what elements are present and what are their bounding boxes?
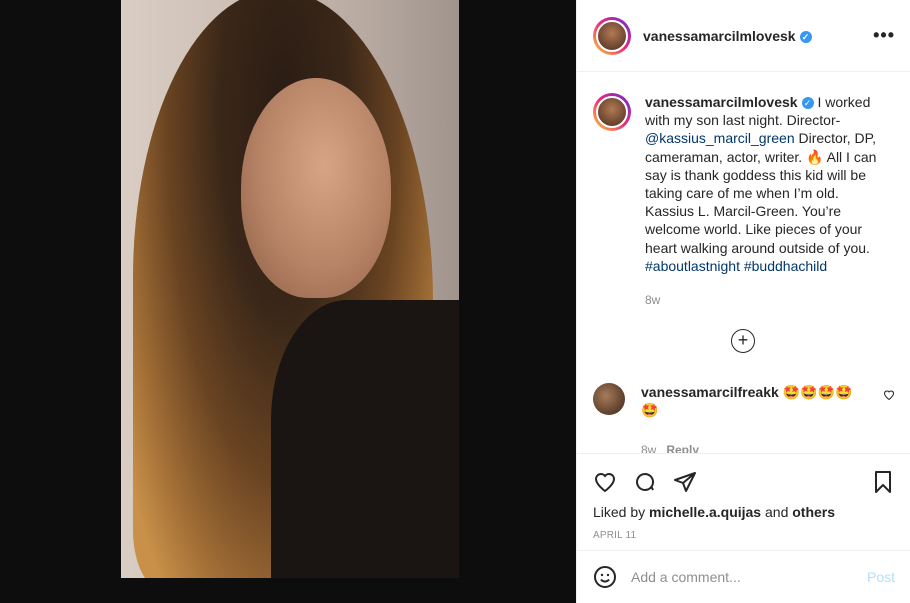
comment-meta: 8w Reply: [641, 441, 861, 453]
avatar: [596, 96, 628, 128]
caption-body-2: Director, DP, cameraman, actor, writer. …: [645, 130, 877, 256]
caption-text: vanessamarcilmlovesk ✓ I worked with my s…: [645, 93, 885, 309]
likes-others-link[interactable]: others: [792, 504, 835, 520]
caption: vanessamarcilmlovesk ✓ I worked with my s…: [577, 73, 910, 309]
verified-badge-icon: ✓: [799, 30, 812, 43]
caption-mention-link[interactable]: @kassius_marcil_green: [645, 130, 795, 146]
comment-like-heart-icon[interactable]: [883, 389, 895, 401]
post-photo: [121, 0, 459, 578]
caption-username[interactable]: vanessamarcilmlovesk: [645, 94, 798, 110]
load-more-comments-button[interactable]: +: [731, 329, 755, 353]
hashtag-link[interactable]: #buddhachild: [744, 258, 827, 274]
reply-button[interactable]: Reply: [666, 443, 699, 453]
likes-and: and: [761, 504, 793, 520]
more-options-icon[interactable]: •••: [873, 25, 895, 46]
add-comment-input[interactable]: Add a comment...: [631, 569, 741, 585]
header-username[interactable]: vanessamarcilmlovesk ✓: [643, 28, 812, 44]
likes-user-link[interactable]: michelle.a.quijas: [649, 504, 761, 520]
like-heart-icon[interactable]: [593, 470, 617, 494]
hashtag-link[interactable]: #aboutlastnight: [645, 258, 740, 274]
caption-time[interactable]: 8w: [645, 291, 885, 309]
comment-bubble-icon[interactable]: [633, 470, 657, 494]
likes-summary: Liked by michelle.a.quijas and others: [593, 504, 895, 520]
header-avatar[interactable]: [593, 16, 631, 55]
add-comment-bar: Add a comment... Post: [577, 550, 910, 603]
post-comment-button[interactable]: Post: [867, 569, 895, 585]
photo-face: [241, 78, 391, 298]
verified-badge-icon: ✓: [801, 97, 814, 110]
header-username-text[interactable]: vanessamarcilmlovesk: [643, 28, 796, 44]
post-panel: vanessamarcilmlovesk ✓ ••• vanessamarcilm…: [576, 0, 910, 603]
post-actions: Liked by michelle.a.quijas and others AP…: [577, 453, 910, 541]
comment-avatar[interactable]: [593, 383, 625, 415]
post-header: vanessamarcilmlovesk ✓ •••: [577, 0, 910, 72]
post-date[interactable]: APRIL 11: [593, 530, 895, 541]
caption-avatar[interactable]: [593, 93, 631, 131]
share-paper-plane-icon[interactable]: [673, 470, 697, 494]
comment-username[interactable]: vanessamarcilfreakk: [641, 384, 779, 400]
smiley-icon[interactable]: [593, 565, 617, 589]
comment-item: vanessamarcilfreakk 🤩🤩🤩🤩🤩 8w Reply: [593, 383, 895, 453]
likes-prefix: Liked by: [593, 504, 650, 520]
action-icons: [593, 462, 895, 502]
photo-body: [271, 300, 459, 578]
bookmark-icon[interactable]: [871, 470, 895, 494]
comment-body: vanessamarcilfreakk 🤩🤩🤩🤩🤩 8w Reply: [641, 383, 861, 453]
comments-area[interactable]: vanessamarcilmlovesk ✓ I worked with my s…: [577, 73, 910, 453]
post-media[interactable]: [0, 0, 576, 603]
avatar: [596, 19, 628, 52]
comment-time[interactable]: 8w: [641, 443, 656, 453]
